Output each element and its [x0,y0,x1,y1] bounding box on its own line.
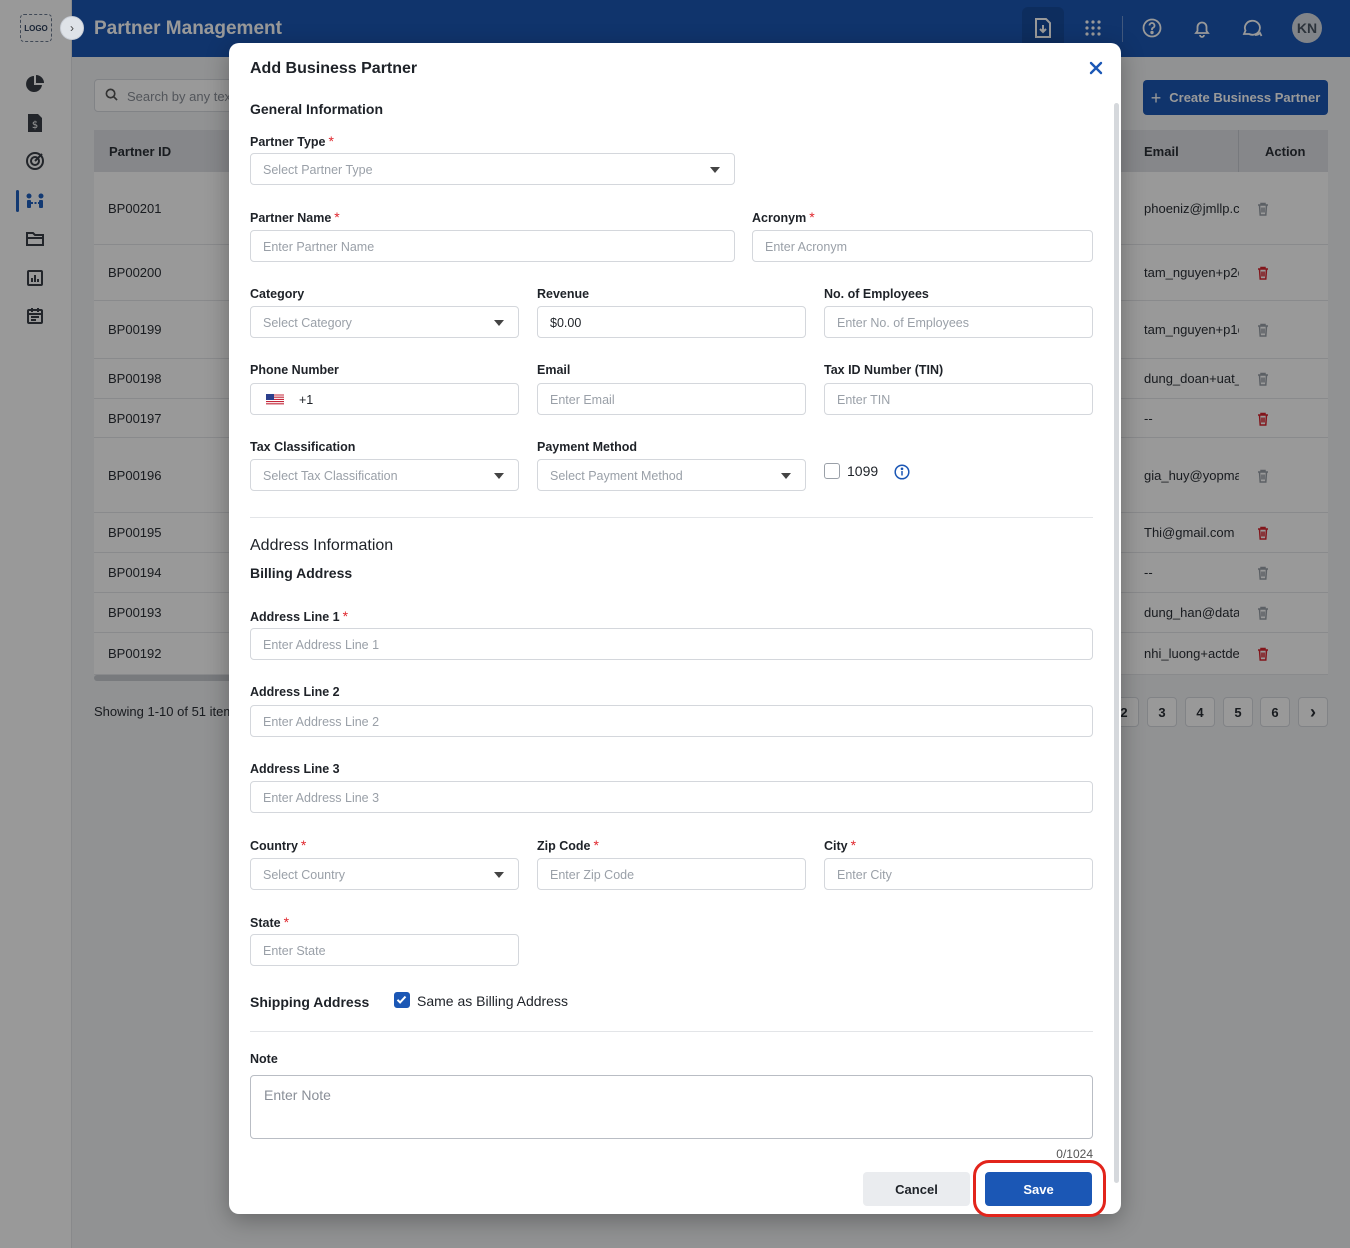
revenue-input[interactable]: $0.00 [537,306,806,338]
caret-down-icon [494,473,504,479]
partner-name-input[interactable]: Enter Partner Name [250,230,735,262]
payment-method-label: Payment Method [537,440,638,454]
sidebar-expand-button[interactable]: › [60,16,84,40]
category-label: Category [250,287,305,301]
billing-address-heading: Billing Address [250,565,353,581]
add-business-partner-dialog: Add Business Partner General Information… [229,43,1121,1217]
note-label: Note [250,1052,278,1066]
caret-down-icon [494,872,504,878]
close-icon[interactable] [1087,59,1105,77]
same-as-billing-label: Same as Billing Address [417,993,568,1009]
address-information-heading: Address Information [250,537,394,554]
caret-down-icon [494,320,504,326]
acronym-input[interactable]: Enter Acronym [752,230,1093,262]
us-flag-icon [266,394,284,405]
state-label: State * [250,914,290,930]
email-input[interactable]: Enter Email [537,383,806,415]
note-textarea[interactable]: Enter Note [250,1075,1093,1139]
phone-label: Phone Number [250,363,339,377]
dialog-title: Add Business Partner [250,60,418,77]
shipping-address-heading: Shipping Address [250,994,370,1010]
zip-code-label: Zip Code * [537,837,599,853]
acronym-label: Acronym * [752,209,815,225]
address-line-3-input[interactable]: Enter Address Line 3 [250,781,1093,813]
country-select[interactable]: Select Country [250,858,519,890]
section-divider [250,517,1093,518]
city-label: City * [824,837,857,853]
cancel-button[interactable]: Cancel [863,1172,970,1206]
checkbox-1099[interactable] [824,463,840,479]
caret-down-icon [710,167,720,173]
dial-code: +1 [299,393,314,407]
dialog-scrollbar[interactable] [1114,103,1119,1183]
zip-code-input[interactable]: Enter Zip Code [537,858,806,890]
same-as-billing-checkbox[interactable] [394,992,410,1008]
info-icon[interactable] [894,464,910,480]
employees-input[interactable]: Enter No. of Employees [824,306,1093,338]
tin-label: Tax ID Number (TIN) [824,363,944,377]
payment-method-select[interactable]: Select Payment Method [537,459,806,491]
tax-classification-select[interactable]: Select Tax Classification [250,459,519,491]
country-label: Country * [250,837,307,853]
employees-label: No. of Employees [824,287,929,301]
revenue-label: Revenue [537,287,590,301]
checkmark-icon [396,995,407,1004]
address-line-2-label: Address Line 2 [250,685,340,699]
address-line-3-label: Address Line 3 [250,762,340,776]
category-select[interactable]: Select Category [250,306,519,338]
address-line-1-label: Address Line 1 * [250,608,349,624]
address-line-1-input[interactable]: Enter Address Line 1 [250,628,1093,660]
section-divider [250,1031,1093,1032]
address-line-2-input[interactable]: Enter Address Line 2 [250,705,1093,737]
state-input[interactable]: Enter State [250,934,519,966]
phone-input[interactable]: +1 [250,383,519,415]
email-label: Email [537,363,571,377]
partner-name-label: Partner Name * [250,209,340,225]
city-input[interactable]: Enter City [824,858,1093,890]
save-highlight-annotation [973,1160,1106,1217]
tax-classification-label: Tax Classification [250,440,356,454]
caret-down-icon [781,473,791,479]
label-1099: 1099 [847,463,879,479]
partner-type-label: Partner Type * [250,133,334,149]
general-information-heading: General Information [250,101,384,117]
tin-input[interactable]: Enter TIN [824,383,1093,415]
note-character-counter: 0/1024 [1056,1147,1093,1161]
partner-type-select[interactable]: Select Partner Type [250,153,735,185]
